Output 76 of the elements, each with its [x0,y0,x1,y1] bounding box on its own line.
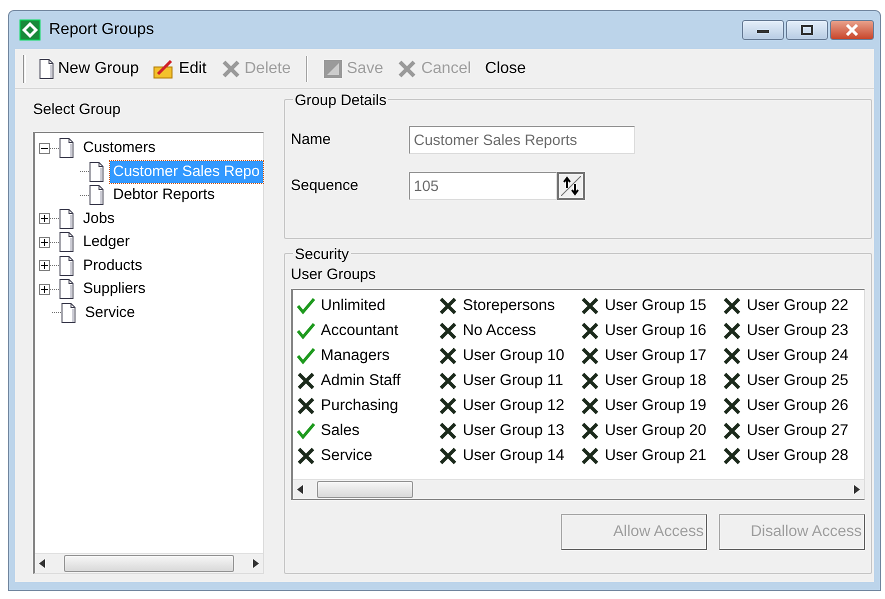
document-icon [89,162,104,182]
toolbar-button[interactable]: Close [480,54,531,82]
user-group-label: Service [320,446,372,466]
document-icon [59,256,74,276]
user-group-label: Sales [320,421,360,442]
tree-item[interactable]: Suppliers [80,278,149,300]
user-group-label: User Group 19 [604,396,706,416]
user-group-label: User Group 17 [604,346,706,366]
user-group-label: Admin Staff [320,371,401,392]
user-group-label: User Group 23 [746,321,848,342]
user-group-label: Accountant [320,321,398,342]
user-group-label: User Group 13 [462,421,564,442]
expand-icon[interactable] [39,284,50,295]
document-icon [39,58,54,78]
close-icon [845,24,859,36]
scrollbar-thumb[interactable] [64,555,234,572]
document-icon [89,185,104,206]
user-group-label: Purchasing [320,396,398,416]
user-group-label: User Group 21 [604,446,706,466]
user-group-label: Storepersons [462,296,555,316]
close-button[interactable] [830,20,874,40]
scroll-right-icon[interactable] [252,559,259,568]
minimize-icon [757,27,769,33]
user-group-label: User Group 28 [746,446,848,466]
user-group-label: User Group 15 [604,296,706,316]
scroll-left-icon[interactable] [296,484,303,494]
scroll-right-icon[interactable] [854,484,860,494]
document-icon [59,279,74,300]
user-group-label: User Group 14 [462,446,564,466]
window-title: Report Groups [49,20,154,40]
user-group-label: User Group 16 [604,321,706,342]
tree-item[interactable]: Debtor Reports [110,184,218,206]
spin-button[interactable] [556,172,585,200]
user-group-label: No Access [462,321,536,342]
tree-item[interactable]: Jobs [80,208,118,230]
user-group-label: Unlimited [320,296,386,316]
toolbar-button[interactable]: New Group [34,54,144,82]
app-icon [19,19,41,41]
user-group-label: User Group 24 [746,346,848,366]
expand-icon[interactable] [39,213,50,224]
collapse-icon[interactable] [39,142,50,154]
maximize-icon [801,25,813,35]
document-icon [59,138,74,158]
horizontal-scrollbar[interactable] [292,478,864,498]
user-group-label: Managers [320,346,390,366]
tree-item[interactable]: Products [80,254,146,277]
user-groups-label: User Groups [290,266,376,283]
user-group-label: User Group 20 [604,421,706,442]
pencil-icon [152,58,175,78]
expand-icon[interactable] [39,236,50,248]
cross-icon [397,58,418,78]
tree-item[interactable]: Service [82,302,138,324]
document-icon [59,232,74,252]
user-group-label: User Group 18 [604,371,706,392]
user-group-label: User Group 12 [462,396,564,416]
minimize-button[interactable] [742,20,784,40]
document-icon [59,208,74,229]
toolbar-button[interactable]: Edit [148,54,212,82]
user-group-label: User Group 22 [746,296,848,316]
sequence-label: Sequence [290,176,360,196]
name-label: Name [290,130,332,150]
expand-icon[interactable] [39,260,50,272]
tree-item[interactable]: Ledger [80,231,133,254]
scrollbar-thumb[interactable] [316,480,413,498]
user-group-label: User Group 10 [462,346,564,366]
horizontal-scrollbar[interactable] [35,553,263,573]
select-group-label: Select Group [33,100,122,120]
user-group-label: User Group 27 [746,421,848,442]
user-group-label: User Group 25 [746,371,848,392]
user-group-label: User Group 11 [462,371,564,392]
document-icon [61,302,76,323]
maximize-button[interactable] [786,20,828,40]
scroll-left-icon[interactable] [39,559,45,568]
cross-icon [220,58,240,78]
tree-item[interactable]: Customers [80,137,159,160]
user-group-label: User Group 26 [746,396,848,416]
